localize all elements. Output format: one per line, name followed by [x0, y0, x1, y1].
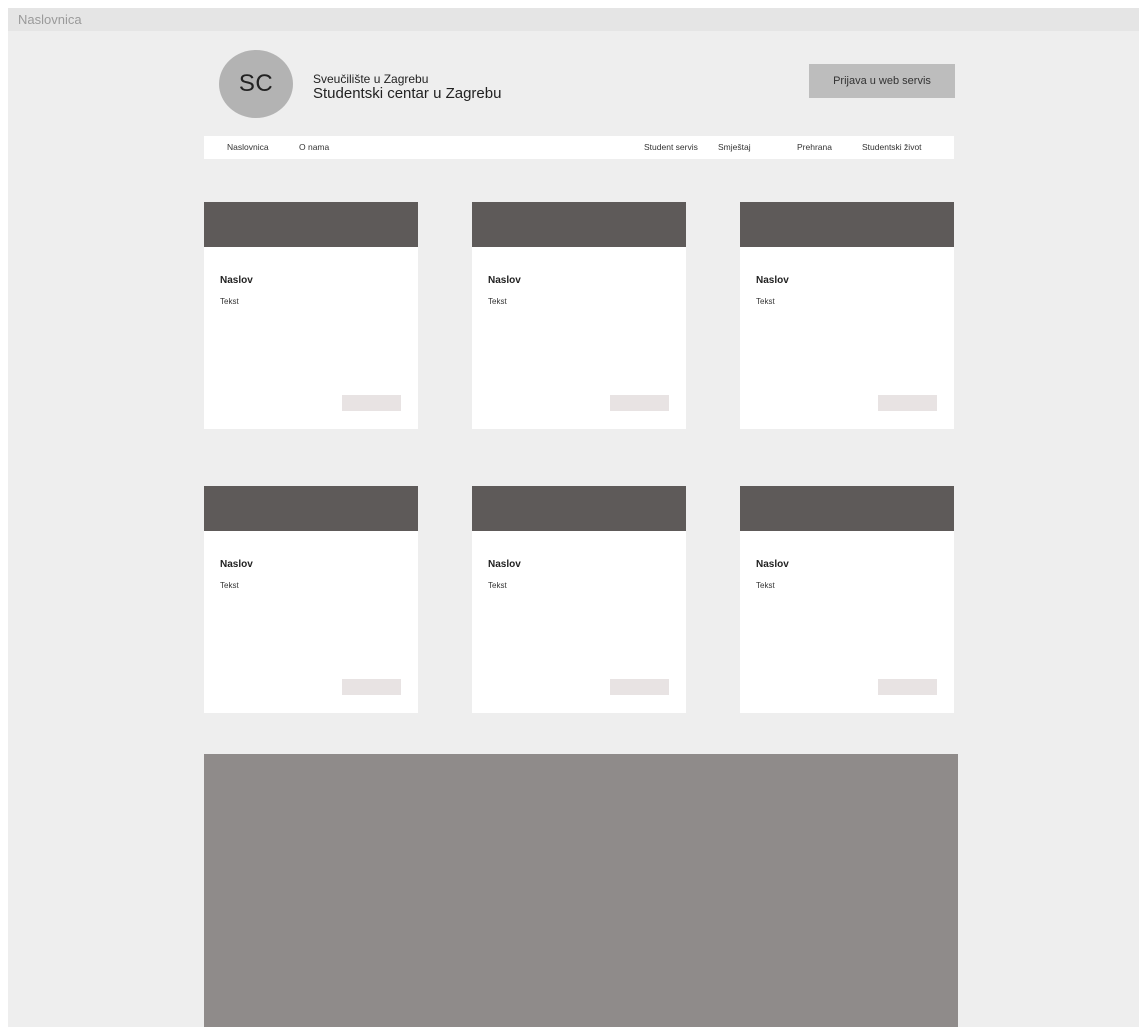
card-text: Tekst [756, 297, 775, 306]
card-title: Naslov [756, 275, 789, 286]
news-card: Naslov Tekst [204, 486, 418, 713]
news-card: Naslov Tekst [740, 486, 954, 713]
organization-name: Studentski centar u Zagrebu [313, 85, 502, 102]
nav-item-prehrana[interactable]: Prehrana [797, 136, 832, 159]
main-nav: Naslovnica O nama Student servis Smješta… [204, 136, 954, 159]
card-title: Naslov [220, 275, 253, 286]
card-image [472, 202, 686, 247]
university-name: Sveučilište u Zagrebu [313, 72, 429, 86]
news-card: Naslov Tekst [740, 202, 954, 429]
nav-item-studentski-zivot[interactable]: Studentski život [862, 136, 922, 159]
news-card: Naslov Tekst [472, 486, 686, 713]
card-text: Tekst [220, 581, 239, 590]
nav-item-naslovnica[interactable]: Naslovnica [227, 136, 269, 159]
nav-item-o-nama[interactable]: O nama [299, 136, 329, 159]
card-image [472, 486, 686, 531]
frame-title: Naslovnica [8, 8, 1139, 31]
card-image [204, 486, 418, 531]
footer-placeholder [204, 754, 958, 1027]
news-card: Naslov Tekst [472, 202, 686, 429]
card-title: Naslov [488, 275, 521, 286]
card-title: Naslov [756, 559, 789, 570]
card-button[interactable] [610, 679, 669, 695]
nav-item-student-servis[interactable]: Student servis [644, 136, 698, 159]
card-button[interactable] [342, 679, 401, 695]
logo[interactable]: SC [219, 50, 293, 118]
news-card: Naslov Tekst [204, 202, 418, 429]
nav-item-smjestaj[interactable]: Smještaj [718, 136, 751, 159]
card-text: Tekst [756, 581, 775, 590]
card-text: Tekst [488, 297, 507, 306]
card-button[interactable] [342, 395, 401, 411]
card-title: Naslov [220, 559, 253, 570]
card-image [204, 202, 418, 247]
card-title: Naslov [488, 559, 521, 570]
card-text: Tekst [220, 297, 239, 306]
card-text: Tekst [488, 581, 507, 590]
login-button[interactable]: Prijava u web servis [809, 64, 955, 98]
card-image [740, 202, 954, 247]
card-button[interactable] [610, 395, 669, 411]
card-image [740, 486, 954, 531]
card-button[interactable] [878, 679, 937, 695]
card-button[interactable] [878, 395, 937, 411]
page-canvas: SC Sveučilište u Zagrebu Studentski cent… [8, 31, 1139, 1027]
